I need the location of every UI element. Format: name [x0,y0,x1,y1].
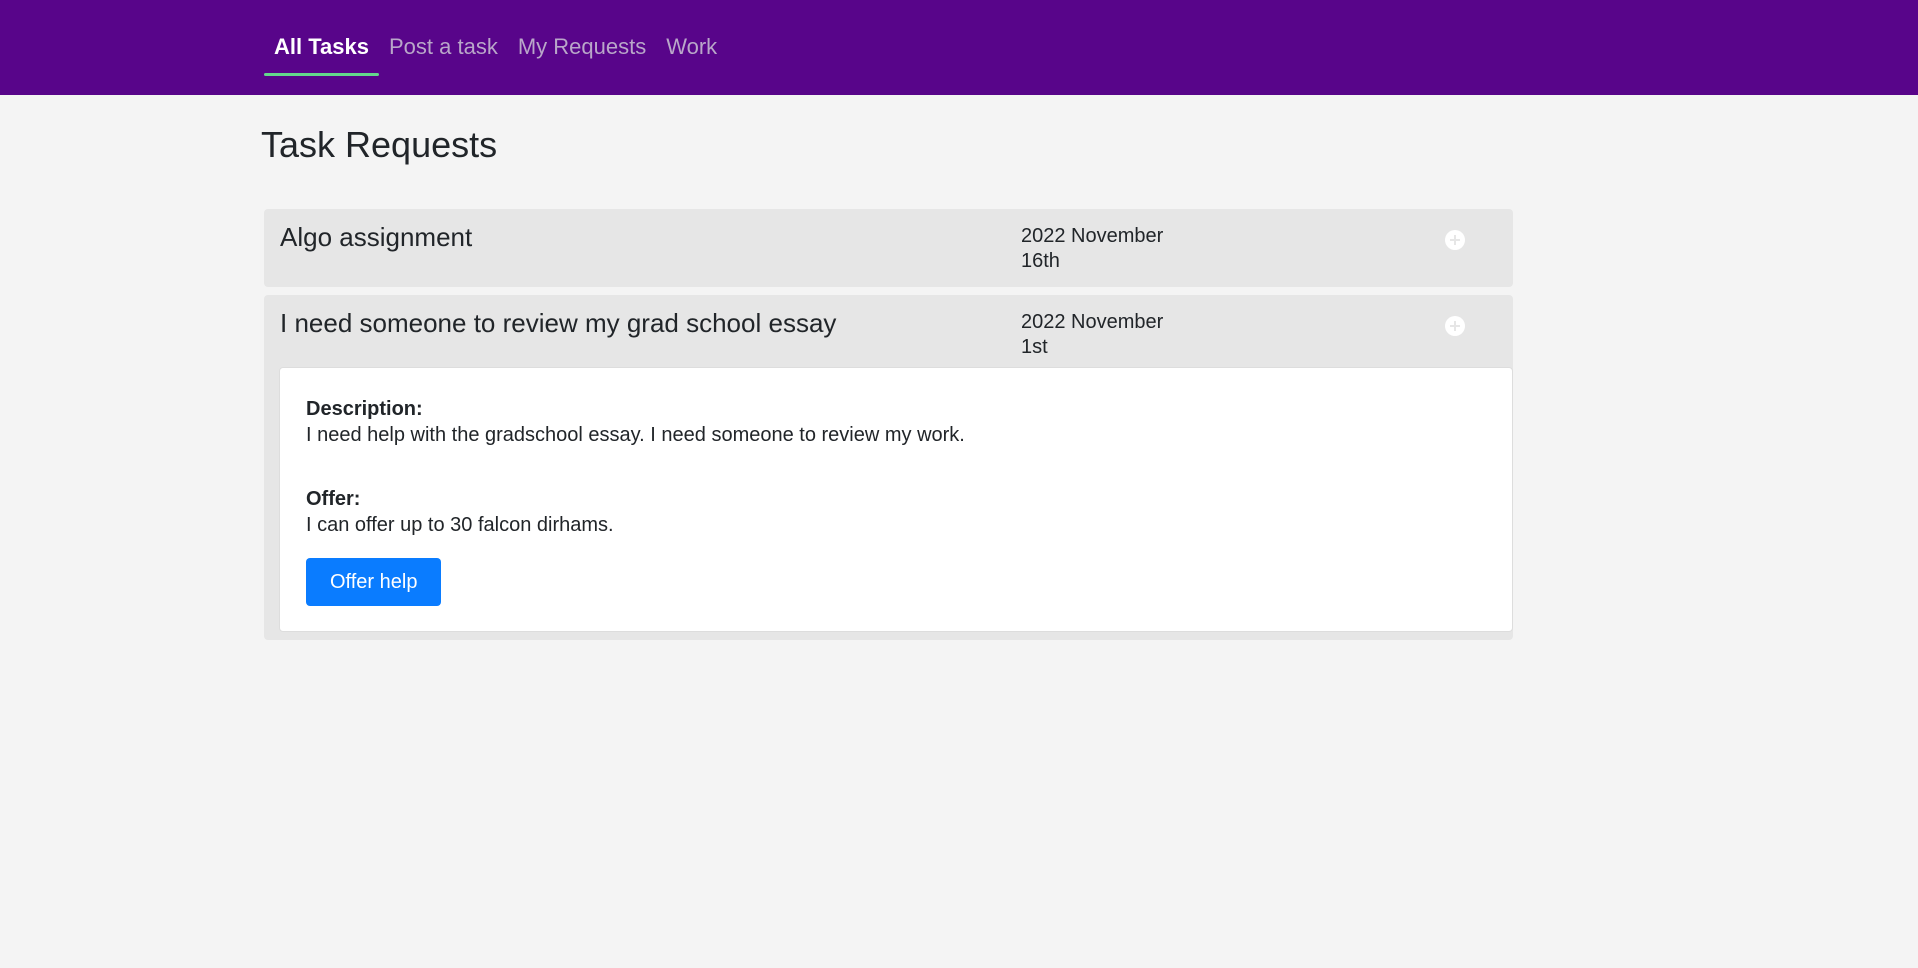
nav-item-all-tasks[interactable]: All Tasks [264,0,379,76]
top-navbar: All Tasks Post a task My Requests Work [0,0,1918,95]
task-date-line2: 16th [1021,250,1060,272]
nav-item-post-a-task[interactable]: Post a task [379,0,508,75]
description-text: I need help with the gradschool essay. I… [306,424,965,446]
offer-help-button[interactable]: Offer help [306,558,442,606]
task-header[interactable]: I need someone to review my grad school … [264,295,1513,373]
offer-text: I can offer up to 30 falcon dirhams. [306,514,614,536]
nav-item-my-requests[interactable]: My Requests [508,0,656,75]
task-date-line1: 2022 November [1021,225,1164,247]
task-list: Algo assignment 2022 November 16th I nee… [264,209,1513,648]
plus-circle-icon[interactable] [1445,316,1465,336]
task-title: I need someone to review my grad school … [280,308,837,338]
nav-item-work[interactable]: Work [656,0,727,75]
task-date-line1: 2022 November [1021,311,1164,333]
task-item: Algo assignment 2022 November 16th [264,209,1513,287]
task-date: 2022 November 16th [1021,224,1221,274]
description-label: Description: [306,398,423,420]
plus-circle-icon[interactable] [1445,230,1465,250]
task-date-line2: 1st [1021,336,1048,358]
task-item: I need someone to review my grad school … [264,295,1513,640]
page-title: Task Requests [261,124,498,165]
task-date: 2022 November 1st [1021,310,1221,360]
task-title: Algo assignment [280,222,473,252]
task-details: Description: I need help with the gradsc… [279,367,1513,632]
nav-links: All Tasks Post a task My Requests Work [264,0,727,95]
offer-label: Offer: [306,488,361,510]
task-header[interactable]: Algo assignment 2022 November 16th [264,209,1513,287]
